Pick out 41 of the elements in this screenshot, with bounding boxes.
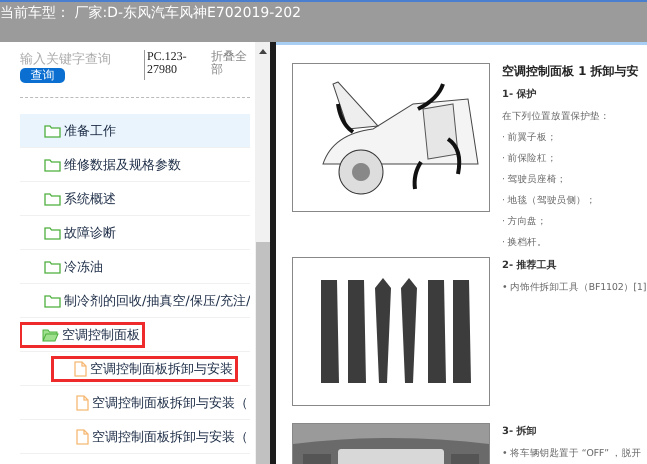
tree-label: 空调控制面板拆卸与安装（ <box>92 428 248 446</box>
tree-item[interactable]: 故障诊断 <box>20 216 250 250</box>
instruction-text: 在下列位置放置保护垫： <box>502 110 611 124</box>
instruction-text: · 前保险杠； <box>502 152 558 166</box>
tree-label: 空调控制面板拆卸与安装 <box>90 360 233 378</box>
file-icon <box>76 394 89 410</box>
instruction-text: · 方向盘； <box>502 215 548 229</box>
tree-label: 空调控制面板 <box>62 326 140 344</box>
scroll-up-icon[interactable] <box>258 48 266 54</box>
document-title: 空调控制面板 1 拆卸与安 <box>502 63 640 80</box>
tree-label: 维修数据及规格参数 <box>64 156 181 174</box>
instruction-text: · 驾驶员座椅； <box>502 173 568 187</box>
file-icon <box>74 360 87 376</box>
instruction-text: · 前翼子板； <box>502 131 558 145</box>
tree-label: 冷冻油 <box>64 258 103 276</box>
file-icon <box>76 428 89 444</box>
tree-item[interactable]: 空调控制面板 <box>20 318 250 352</box>
instruction-text: · 地毯（驾驶员侧）； <box>502 194 597 208</box>
tree-item[interactable]: 空调控制面板拆卸与安装（ <box>20 386 250 420</box>
section-heading: 1- 保护 <box>502 87 538 102</box>
version-label: PC.123-27980 <box>144 50 201 80</box>
instruction-text: · 换档杆。 <box>502 236 548 250</box>
tree-item[interactable]: 冷冻油 <box>20 250 250 284</box>
tree-item[interactable]: 空调控制面板拆卸与安装（ <box>20 420 250 454</box>
instruction-text: • 内饰件拆卸工具（BF1102）[1] <box>502 281 647 295</box>
tree-label: 故障诊断 <box>64 224 116 242</box>
collapse-all-link[interactable]: 折叠全部 <box>211 50 253 97</box>
tree-item[interactable]: 维修数据及规格参数 <box>20 148 250 182</box>
tree-item[interactable]: 空调控制面板拆卸与安装 <box>20 352 250 386</box>
tree-item[interactable]: 准备工作 <box>20 114 250 148</box>
window-title: 当前车型： 厂家:D-东风汽车风神E702019-202 <box>0 4 302 23</box>
tree-item[interactable]: 系统概述 <box>20 182 250 216</box>
tree-label: 系统概述 <box>64 190 116 208</box>
scroll-thumb[interactable] <box>256 242 270 464</box>
search-button[interactable]: 查询 <box>20 68 65 83</box>
scrollbar[interactable] <box>255 42 270 464</box>
section-heading: 2- 推荐工具 <box>502 258 558 273</box>
tree-label: 空调控制面板拆卸与安装（ <box>92 394 248 412</box>
tree-label: 准备工作 <box>64 122 116 140</box>
section-heading: 3- 拆卸 <box>502 424 538 439</box>
instruction-text: • 将车辆钥匙置于 “OFF” ，脱开 <box>502 447 642 461</box>
